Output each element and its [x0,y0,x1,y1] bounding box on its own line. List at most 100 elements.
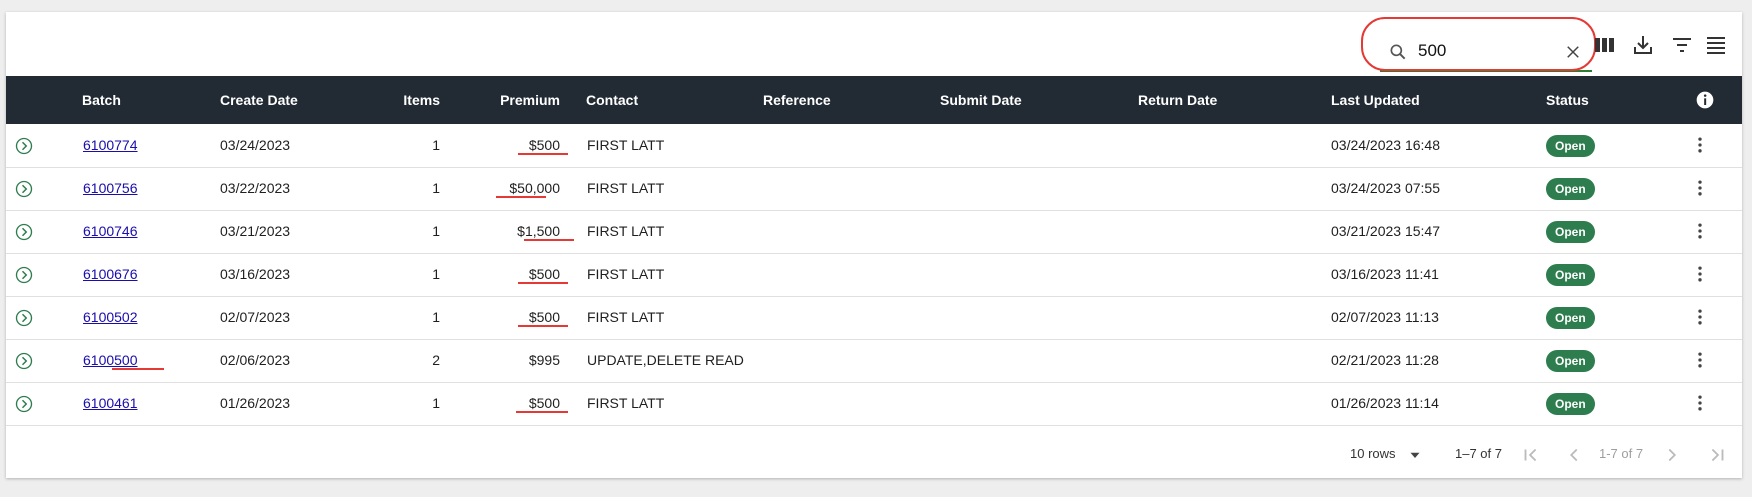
table-row[interactable]: 6100461 01/26/2023 1 $500 FIRST LATT 01/… [6,382,1742,426]
batch-link[interactable]: 6100461 [83,382,138,425]
more-options-icon[interactable] [1690,264,1710,284]
chevron-down-icon[interactable] [1406,446,1424,464]
expand-row-icon[interactable] [15,266,33,284]
pagination-range: 1–7 of 7 [1455,446,1502,461]
premium-underline-annotation [518,153,568,155]
header-batch[interactable]: Batch [82,76,121,124]
items-count: 1 [432,309,440,325]
premium-amount: $995 [528,352,560,368]
page-indicator: 1-7 of 7 [1599,446,1644,461]
rows-per-page-select[interactable]: 10 rows [1350,446,1396,461]
batch-link[interactable]: 6100746 [83,210,138,253]
expand-row-icon[interactable] [15,180,33,198]
last-updated: 02/07/2023 11:13 [1331,309,1439,325]
more-options-icon[interactable] [1690,307,1710,327]
density-icon[interactable] [1704,33,1728,57]
search-highlight-annotation [1361,17,1596,71]
batch-link[interactable]: 6100676 [83,253,138,296]
next-page-icon[interactable] [1661,444,1683,466]
status-badge: Open [1546,307,1595,329]
previous-page-icon[interactable] [1563,444,1585,466]
columns-icon[interactable] [1593,33,1617,57]
contact: FIRST LATT [587,395,665,411]
last-page-icon[interactable] [1706,444,1728,466]
table-row[interactable]: 6100502 02/07/2023 1 $500 FIRST LATT 02/… [6,296,1742,340]
table-header: Batch Create Date Items Premium Contact … [6,76,1742,124]
items-count: 1 [432,266,440,282]
contact: FIRST LATT [587,223,665,239]
create-date: 02/06/2023 [220,352,291,368]
last-updated: 03/16/2023 11:41 [1331,266,1439,282]
status-badge: Open [1546,264,1595,286]
create-date: 03/24/2023 [220,137,291,153]
create-date: 02/07/2023 [220,309,291,325]
premium-underline-annotation [518,325,568,327]
items-count: 1 [432,223,440,239]
expand-row-icon[interactable] [15,395,33,413]
table-row[interactable]: 6100500 02/06/2023 2 $995 UPDATE,DELETE … [6,339,1742,383]
premium-amount: $500 [528,395,560,411]
info-icon[interactable] [1695,90,1715,110]
expand-row-icon[interactable] [15,309,33,327]
last-updated: 03/24/2023 07:55 [1331,180,1440,196]
create-date: 03/21/2023 [220,223,291,239]
premium-amount: $50,000 [509,180,560,196]
premium-underline-annotation [516,411,568,413]
items-count: 1 [432,395,440,411]
download-icon[interactable] [1631,33,1655,57]
header-premium[interactable]: Premium [446,76,560,124]
create-date: 01/26/2023 [220,395,291,411]
more-options-icon[interactable] [1690,135,1710,155]
more-options-icon[interactable] [1690,393,1710,413]
premium-underline-annotation [518,282,568,284]
contact: FIRST LATT [587,180,665,196]
more-options-icon[interactable] [1690,350,1710,370]
table-toolbar [6,12,1742,76]
more-options-icon[interactable] [1690,221,1710,241]
batch-link[interactable]: 6100756 [83,167,138,210]
table-row[interactable]: 6100756 03/22/2023 1 $50,000 FIRST LATT … [6,167,1742,211]
premium-amount: $1,500 [517,223,560,239]
first-page-icon[interactable] [1520,444,1542,466]
contact: UPDATE,DELETE READ [587,352,744,368]
status-badge: Open [1546,393,1595,415]
header-create-date[interactable]: Create Date [220,76,298,124]
expand-row-icon[interactable] [15,137,33,155]
premium-underline-annotation [524,239,574,241]
table-row[interactable]: 6100676 03/16/2023 1 $500 FIRST LATT 03/… [6,253,1742,297]
contact: FIRST LATT [587,266,665,282]
status-badge: Open [1546,135,1595,157]
header-items[interactable]: Items [346,76,440,124]
batch-table-card: Batch Create Date Items Premium Contact … [6,12,1742,478]
status-badge: Open [1546,350,1595,372]
create-date: 03/22/2023 [220,180,291,196]
status-badge: Open [1546,178,1595,200]
premium-amount: $500 [528,309,560,325]
items-count: 2 [432,352,440,368]
table-row[interactable]: 6100746 03/21/2023 1 $1,500 FIRST LATT 0… [6,210,1742,254]
batch-link[interactable]: 6100774 [83,124,138,167]
last-updated: 02/21/2023 11:28 [1331,352,1439,368]
items-count: 1 [432,180,440,196]
header-last-updated[interactable]: Last Updated [1331,76,1420,124]
last-updated: 01/26/2023 11:14 [1331,395,1439,411]
header-reference[interactable]: Reference [763,76,831,124]
header-contact[interactable]: Contact [586,76,638,124]
header-submit-date[interactable]: Submit Date [940,76,1022,124]
contact: FIRST LATT [587,137,665,153]
batch-link[interactable]: 6100500 [83,339,138,382]
premium-amount: $500 [528,266,560,282]
filter-icon[interactable] [1670,33,1694,57]
create-date: 03/16/2023 [220,266,291,282]
more-options-icon[interactable] [1690,178,1710,198]
premium-amount: $500 [528,137,560,153]
header-status[interactable]: Status [1546,76,1589,124]
table-pagination: 10 rows 1–7 of 7 1-7 of 7 [6,432,1742,478]
expand-row-icon[interactable] [15,223,33,241]
batch-link[interactable]: 6100502 [83,296,138,339]
last-updated: 03/24/2023 16:48 [1331,137,1440,153]
contact: FIRST LATT [587,309,665,325]
expand-row-icon[interactable] [15,352,33,370]
table-row[interactable]: 6100774 03/24/2023 1 $500 FIRST LATT 03/… [6,124,1742,168]
header-return-date[interactable]: Return Date [1138,76,1217,124]
